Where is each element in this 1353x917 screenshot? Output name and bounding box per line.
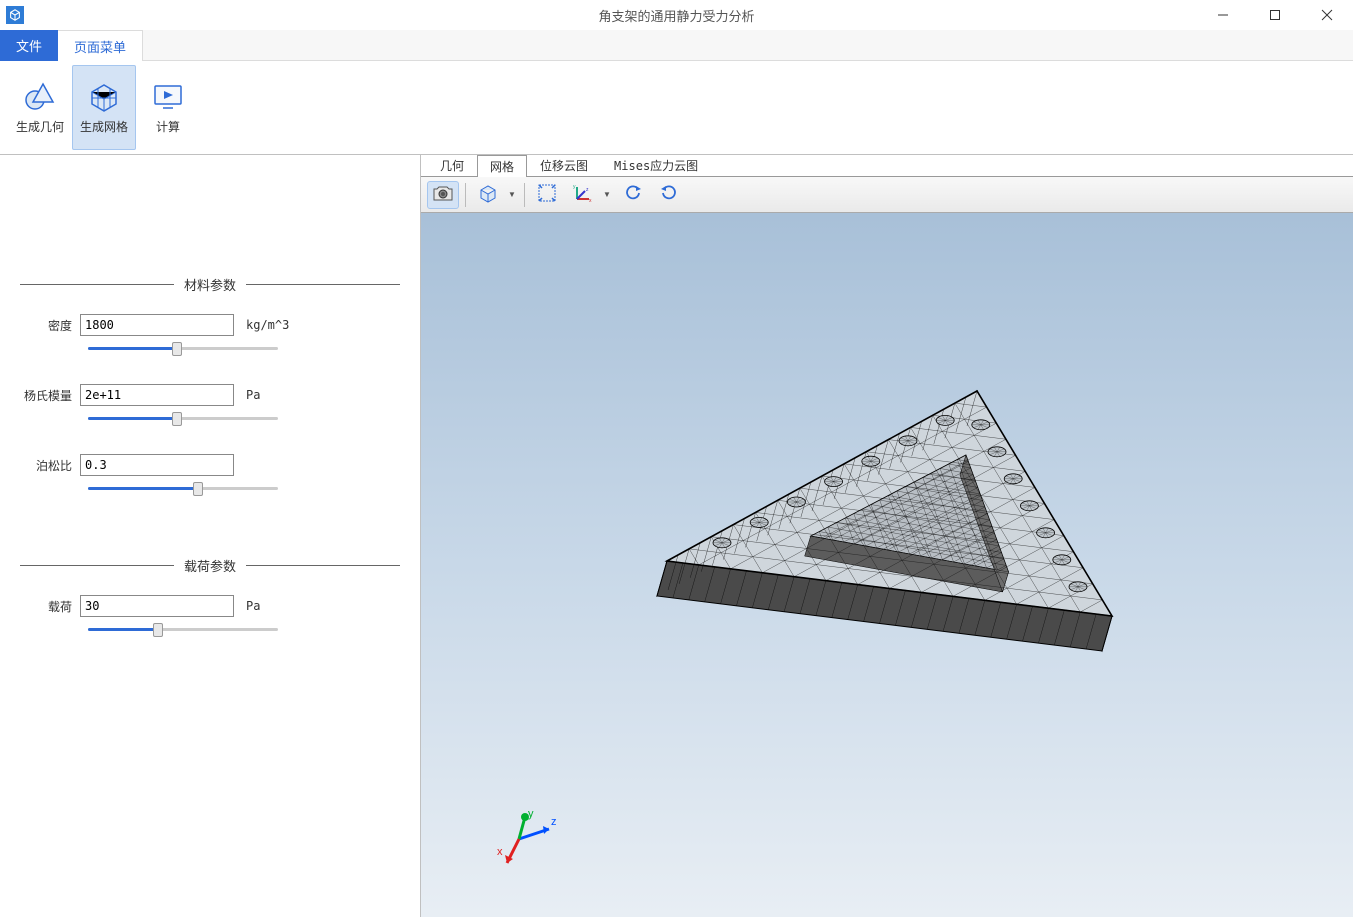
geometry-icon	[23, 80, 57, 114]
poisson-label: 泊松比	[20, 457, 80, 474]
density-unit: kg/m^3	[246, 318, 289, 332]
viewport-toolbar: ▼ y xz ▼	[421, 177, 1353, 213]
ribbon-geometry-label: 生成几何	[16, 118, 64, 135]
ribbon-generate-mesh[interactable]: 生成网格	[72, 65, 136, 150]
tab-file[interactable]: 文件	[0, 30, 58, 61]
youngs-label: 杨氏模量	[20, 387, 80, 404]
section-load: 载荷参数	[20, 556, 400, 575]
load-input[interactable]	[80, 595, 234, 617]
svg-text:x: x	[497, 846, 503, 858]
close-button[interactable]	[1301, 0, 1353, 30]
view-tab-geometry[interactable]: 几何	[427, 154, 477, 176]
svg-text:z: z	[586, 187, 589, 193]
fit-view-button[interactable]	[531, 181, 563, 209]
mesh-icon	[87, 80, 121, 114]
field-poisson: 泊松比	[20, 454, 400, 476]
youngs-slider[interactable]	[88, 412, 278, 426]
sidebar: 材料参数 密度 kg/m^3 杨氏模量 Pa 泊松比 载荷参数	[0, 155, 420, 917]
window-controls	[1197, 0, 1353, 30]
main: 材料参数 密度 kg/m^3 杨氏模量 Pa 泊松比 载荷参数	[0, 155, 1353, 917]
rotate-left-button[interactable]	[617, 181, 649, 209]
svg-text:x: x	[589, 198, 592, 203]
window-title: 角支架的通用静力受力分析	[598, 6, 754, 25]
view-tab-displacement[interactable]: 位移云图	[527, 154, 601, 176]
axes-icon: y xz	[573, 183, 593, 206]
minimize-button[interactable]	[1197, 0, 1249, 30]
density-label: 密度	[20, 317, 80, 334]
view-cube-dropdown[interactable]: ▼	[508, 190, 518, 199]
load-slider[interactable]	[88, 623, 278, 637]
viewport-tabs: 几何 网格 位移云图 Mises应力云图	[421, 155, 1353, 177]
mesh-model	[607, 361, 1167, 741]
view-cube-button[interactable]	[472, 181, 504, 209]
poisson-input[interactable]	[80, 454, 234, 476]
orientation-triad: z y x	[491, 797, 571, 877]
field-density: 密度 kg/m^3	[20, 314, 400, 336]
ribbon-generate-geometry[interactable]: 生成几何	[8, 65, 72, 150]
density-slider[interactable]	[88, 342, 278, 356]
tab-page-menu[interactable]: 页面菜单	[58, 30, 143, 61]
maximize-button[interactable]	[1249, 0, 1301, 30]
svg-text:y: y	[528, 808, 534, 820]
axes-button[interactable]: y xz	[567, 181, 599, 209]
ribbon-compute-label: 计算	[156, 118, 180, 135]
section-material: 材料参数	[20, 275, 400, 294]
rotate-left-icon	[623, 183, 643, 206]
view-tab-mises[interactable]: Mises应力云图	[601, 154, 711, 176]
viewport-canvas[interactable]: z y x	[421, 213, 1353, 917]
rotate-right-button[interactable]	[653, 181, 685, 209]
field-youngs: 杨氏模量 Pa	[20, 384, 400, 406]
menubar: 文件 页面菜单	[0, 30, 1353, 61]
load-label: 载荷	[20, 598, 80, 615]
fit-icon	[537, 183, 557, 206]
load-unit: Pa	[246, 599, 260, 613]
ribbon-mesh-label: 生成网格	[80, 118, 128, 135]
svg-text:y: y	[573, 184, 576, 190]
app-icon	[6, 6, 24, 24]
snapshot-button[interactable]	[427, 181, 459, 209]
field-load: 载荷 Pa	[20, 595, 400, 617]
axes-dropdown[interactable]: ▼	[603, 190, 613, 199]
ribbon: 生成几何 生成网格 计算	[0, 61, 1353, 155]
view-tab-mesh[interactable]: 网格	[477, 155, 527, 177]
density-input[interactable]	[80, 314, 234, 336]
youngs-unit: Pa	[246, 388, 260, 402]
compute-icon	[151, 80, 185, 114]
titlebar: 角支架的通用静力受力分析	[0, 0, 1353, 30]
camera-icon	[432, 184, 454, 205]
rotate-right-icon	[659, 183, 679, 206]
ribbon-compute[interactable]: 计算	[136, 65, 200, 150]
viewport-area: 几何 网格 位移云图 Mises应力云图 ▼ yxz ▼	[420, 155, 1353, 917]
youngs-input[interactable]	[80, 384, 234, 406]
svg-text:z: z	[551, 816, 557, 828]
poisson-slider[interactable]	[88, 482, 278, 496]
cube-icon	[478, 183, 498, 206]
